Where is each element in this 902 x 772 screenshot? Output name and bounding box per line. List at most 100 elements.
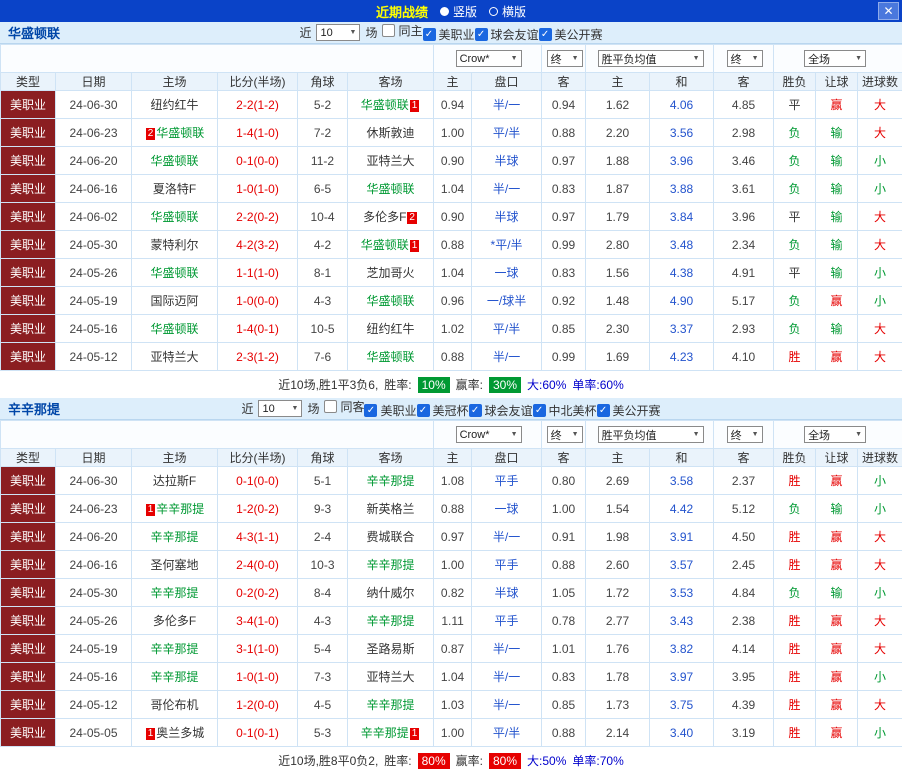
- near-label: 近: [299, 26, 312, 40]
- cell-odds-home: 1.03: [433, 690, 473, 719]
- results-body: 美职业 24-06-30 纽约红牛 2-2(1-2) 5-2 华盛顿联 1 0.94 半/一 0.…: [0, 90, 902, 371]
- cell-odds-home: 1.00: [433, 118, 473, 147]
- chevron-down-icon: ▼: [291, 405, 299, 412]
- odds-final-cell: 终 ▼: [541, 44, 587, 73]
- europe-odds-select[interactable]: 胜平负均值 ▼: [597, 50, 704, 67]
- cell-date: 24-05-16: [55, 314, 132, 343]
- cell-result: 胜: [773, 662, 817, 691]
- team-label: 辛辛那提: [150, 586, 199, 600]
- radio-horizontal[interactable]: 横版: [489, 3, 526, 20]
- filter-checkbox-中北美杯[interactable]: ✓ 中北美杯: [532, 402, 597, 419]
- scope-value: 全场: [808, 53, 831, 66]
- cell-away-team: 辛辛那提: [346, 606, 435, 635]
- table-row: 美职业 24-05-26 华盛顿联 1-1(1-0) 8-1 芝加哥火 1.04 一球 0.83…: [0, 258, 902, 287]
- filter-checkbox-同客[interactable]: 同客: [324, 398, 364, 415]
- cell-away-team: 休斯敦迪: [346, 118, 435, 147]
- team-label: 亚特兰大: [366, 670, 415, 684]
- filter-checkbox-美职业[interactable]: ✓ 美职业: [422, 26, 475, 43]
- cell-goals-result: 小: [857, 146, 902, 175]
- odds-company-cell: Crow* ▼: [433, 44, 543, 73]
- column-header: 胜负: [773, 72, 817, 91]
- cell-league: 美职业: [0, 662, 56, 691]
- cell-league: 美职业: [0, 174, 56, 203]
- filter-checkbox-同主[interactable]: 同主: [382, 22, 423, 39]
- odds-final-select[interactable]: 终 ▼: [546, 50, 583, 67]
- team-label: 辛辛那提: [366, 698, 415, 712]
- cell-league: 美职业: [0, 314, 56, 343]
- filter-checkbox-美冠杯[interactable]: ✓ 美冠杯: [416, 402, 469, 419]
- cell-handicap: 半球: [471, 578, 543, 607]
- red-card-badge: 1: [145, 728, 156, 740]
- dropdown-row-spacer: [0, 420, 435, 449]
- column-header: 和: [649, 72, 715, 91]
- games-count-value: 10: [262, 402, 275, 415]
- cell-away-team: 华盛顿联 1: [346, 90, 435, 119]
- cell-europe-away: 4.14: [713, 634, 775, 663]
- cell-date: 24-05-30: [55, 230, 132, 259]
- dropdown-row-spacer: [0, 44, 435, 73]
- cell-score: 1-0(1-0): [217, 662, 298, 691]
- cell-date: 24-06-20: [55, 522, 132, 551]
- scope-select[interactable]: 全场 ▼: [804, 50, 867, 67]
- cell-odds-home: 0.88: [433, 342, 473, 371]
- cell-handicap-result: 输: [815, 258, 859, 287]
- cell-away-team: 费城联合: [346, 522, 435, 551]
- cell-europe-away: 3.95: [713, 662, 775, 691]
- filter-checkbox-美职业[interactable]: ✓ 美职业: [364, 402, 417, 419]
- team-label: 辛辛那提: [366, 474, 415, 488]
- cell-score: 1-4(1-0): [217, 118, 298, 147]
- filter-label: 美公开赛: [612, 404, 661, 418]
- cell-corners: 9-3: [297, 494, 348, 523]
- cell-league: 美职业: [0, 690, 56, 719]
- table-row: 美职业 24-05-12 哥伦布机 1-2(0-0) 4-5 辛辛那提 1.03 半/一 0.8…: [0, 690, 902, 719]
- radio-vertical[interactable]: 竖版: [439, 3, 477, 20]
- odds-company-select[interactable]: Crow* ▼: [455, 426, 522, 443]
- cell-handicap-result: 输: [815, 202, 859, 231]
- filter-checkbox-球会友谊[interactable]: ✓ 球会友谊: [468, 402, 533, 419]
- close-button[interactable]: ✕: [878, 2, 899, 20]
- cell-score: 0-1(0-1): [217, 718, 298, 747]
- chevron-down-icon: ▼: [349, 29, 357, 36]
- column-header: 日期: [55, 72, 132, 91]
- odds-company-select[interactable]: Crow* ▼: [455, 50, 522, 67]
- games-count-select[interactable]: 10 ▼: [258, 400, 303, 417]
- cell-league: 美职业: [0, 550, 56, 579]
- column-header: 主场: [131, 448, 218, 467]
- cell-europe-away: 2.45: [713, 550, 775, 579]
- cell-date: 24-06-23: [55, 118, 132, 147]
- cell-europe-away: 4.85: [713, 90, 775, 119]
- cell-europe-draw: 3.97: [649, 662, 715, 691]
- cell-handicap-result: 输: [815, 174, 859, 203]
- filter-checkbox-球会友谊[interactable]: ✓ 球会友谊: [474, 26, 539, 43]
- cell-goals-result: 大: [857, 690, 902, 719]
- europe-final-select[interactable]: 终 ▼: [726, 50, 763, 67]
- cell-odds-home: 1.11: [433, 606, 473, 635]
- cell-odds-home: 0.88: [433, 494, 473, 523]
- red-card-badge: 2: [145, 128, 156, 140]
- scope-select[interactable]: 全场 ▼: [804, 426, 867, 443]
- games-count-select[interactable]: 10 ▼: [316, 24, 361, 41]
- cell-home-team: 辛辛那提: [131, 634, 218, 663]
- filter-checkbox-美公开赛[interactable]: ✓ 美公开赛: [596, 402, 661, 419]
- cell-league: 美职业: [0, 90, 56, 119]
- table-row: 美职业 24-06-16 夏洛特F 1-0(1-0) 6-5 华盛顿联 1.04 半/一 0.8…: [0, 174, 902, 203]
- filter-checkbox-美公开赛[interactable]: ✓ 美公开赛: [538, 26, 603, 43]
- cell-away-team: 辛辛那提: [346, 690, 435, 719]
- section-header: 华盛顿联 近 10 ▼ 场 同主 ✓ 美职业 ✓ 球会友谊 ✓ 美公开赛: [0, 22, 902, 44]
- cell-odds-home: 1.04: [433, 258, 473, 287]
- team-label: 圣路易斯: [366, 642, 415, 656]
- europe-final-select[interactable]: 终 ▼: [726, 426, 763, 443]
- odds-final-select[interactable]: 终 ▼: [546, 426, 583, 443]
- column-header: 主场: [131, 72, 218, 91]
- cell-home-team: 亚特兰大: [131, 342, 218, 371]
- cell-europe-draw: 4.38: [649, 258, 715, 287]
- cell-goals-result: 小: [857, 174, 902, 203]
- team-section: 华盛顿联 近 10 ▼ 场 同主 ✓ 美职业 ✓ 球会友谊 ✓ 美公开赛 Crow* ▼: [0, 22, 902, 398]
- cell-europe-draw: 3.37: [649, 314, 715, 343]
- cell-league: 美职业: [0, 634, 56, 663]
- cell-league: 美职业: [0, 230, 56, 259]
- cell-corners: 5-4: [297, 634, 348, 663]
- cell-score: 3-1(1-0): [217, 634, 298, 663]
- filter-label: 美冠杯: [432, 404, 469, 418]
- europe-odds-select[interactable]: 胜平负均值 ▼: [597, 426, 704, 443]
